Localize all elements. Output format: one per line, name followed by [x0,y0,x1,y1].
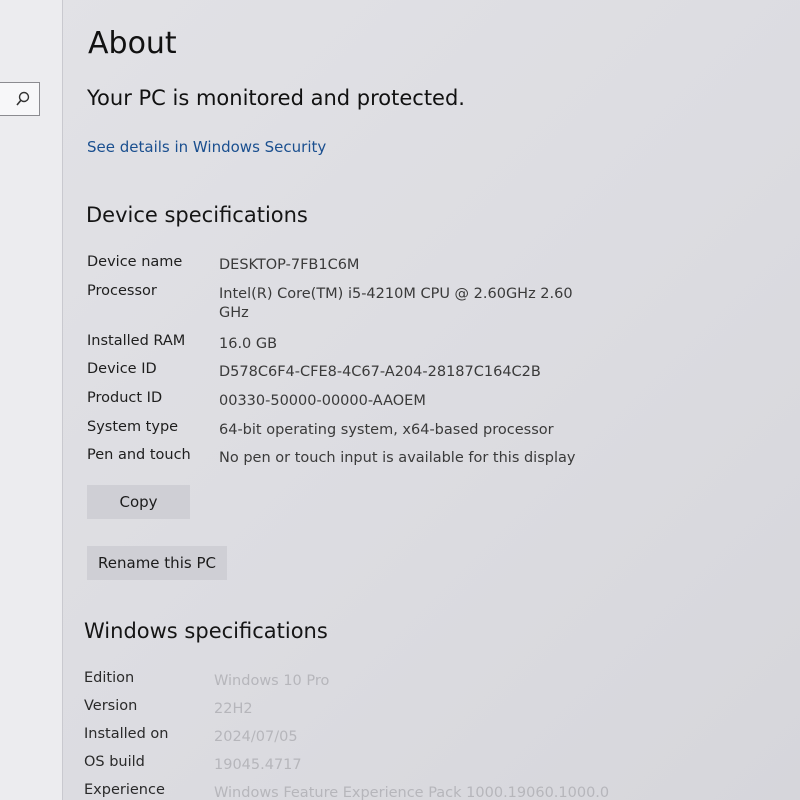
spec-value: 16.0 GB [219,336,278,352]
spec-value: 19045.4717 [214,757,302,773]
copy-button[interactable]: Copy [87,485,190,519]
spec-label: Edition [84,670,135,686]
sidebar [0,0,63,800]
sidebar-search-box[interactable] [0,82,40,116]
spec-value: Windows Feature Experience Pack 1000.190… [214,785,610,800]
about-page: About Your PC is monitored and protected… [62,0,800,800]
spec-value: 22H2 [214,701,253,717]
spec-label: Installed RAM [87,333,186,349]
spec-label: Installed on [84,726,169,742]
spec-label: Pen and touch [87,447,191,463]
spec-value: Intel(R) Core(TM) i5-4210M CPU @ 2.60GHz… [219,286,573,321]
page-title: About [88,26,177,61]
spec-label: Device name [87,254,183,270]
spec-label: Processor [87,283,157,299]
spec-value: D578C6F4-CFE8-4C67-A204-28187C164C2B [219,364,541,380]
rename-pc-button[interactable]: Rename this PC [87,546,227,580]
spec-value: DESKTOP-7FB1C6M [219,257,360,273]
spec-value: 64-bit operating system, x64-based proce… [219,422,554,438]
spec-label: System type [87,419,179,435]
spec-value: No pen or touch input is available for t… [219,450,576,466]
spec-value: 2024/07/05 [214,729,298,745]
spec-label: Version [84,698,138,714]
spec-value: Windows 10 Pro [214,673,330,689]
device-specifications-heading: Device specifications [86,203,308,227]
spec-label: Experience [84,782,165,798]
spec-label: Product ID [87,390,163,406]
spec-label: OS build [84,754,145,770]
spec-value: 00330-50000-00000-AAOEM [219,393,426,409]
windows-specifications-heading: Windows specifications [84,619,328,643]
protection-status-text: Your PC is monitored and protected. [87,86,465,110]
spec-label: Device ID [87,361,157,377]
windows-security-link[interactable]: See details in Windows Security [87,138,326,156]
search-icon [16,91,30,106]
